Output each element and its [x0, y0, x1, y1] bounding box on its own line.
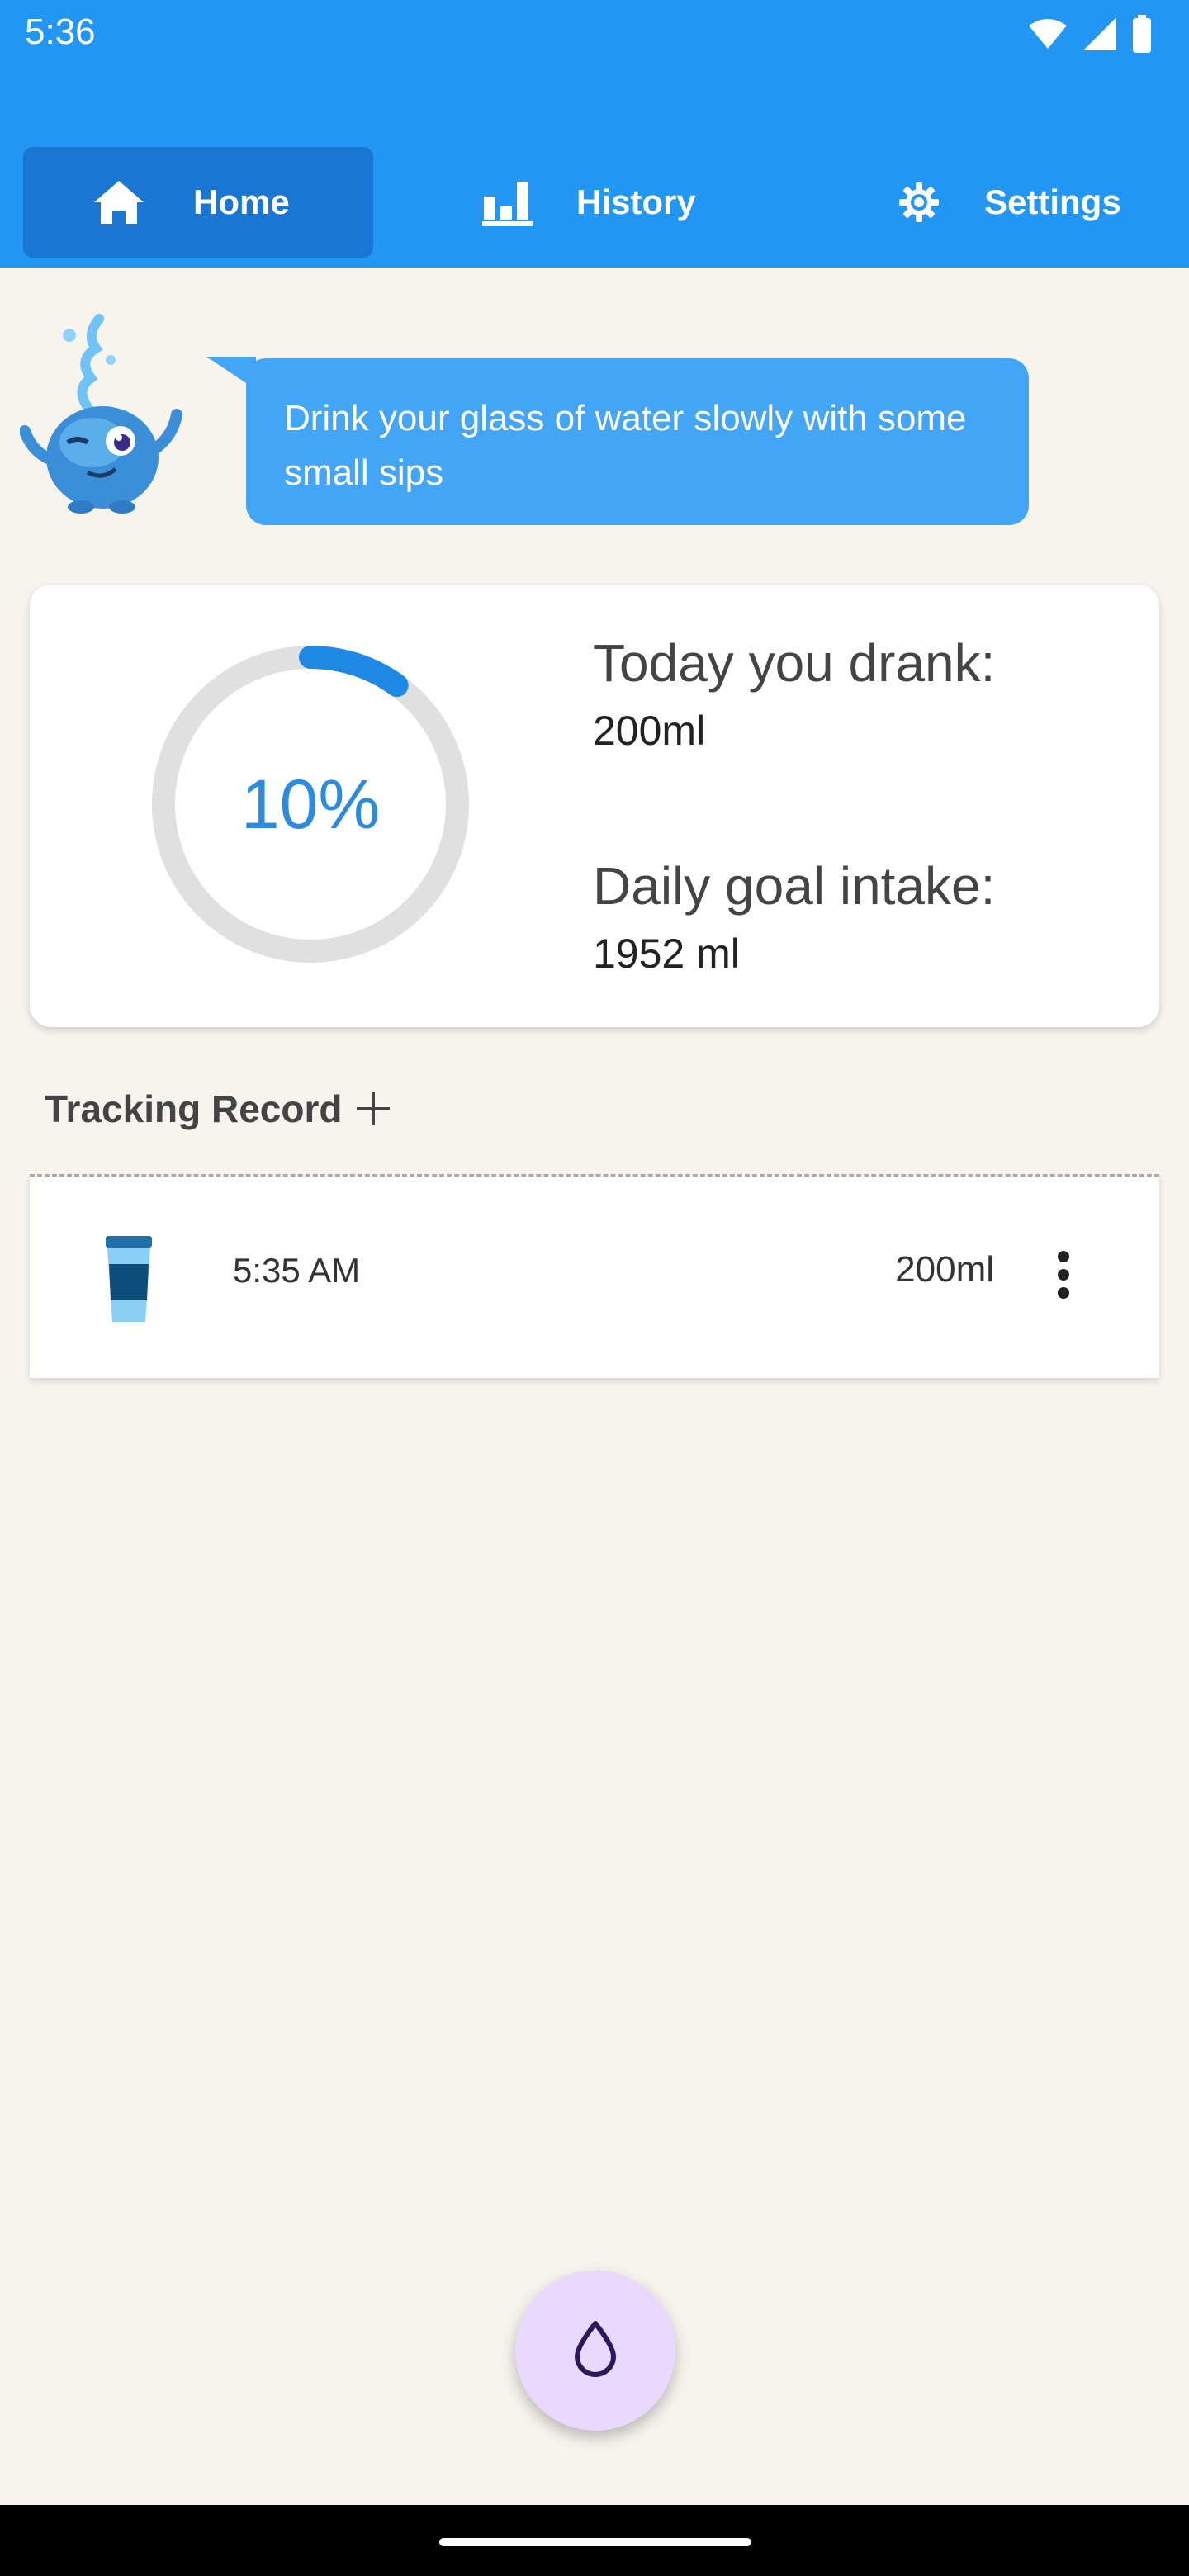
tracking-record-header: Tracking Record	[45, 1087, 393, 1131]
water-drop-icon	[569, 2320, 622, 2382]
tab-home[interactable]: Home	[23, 147, 373, 258]
wifi-icon	[1029, 19, 1067, 49]
tip-bubble: Drink your glass of water slowly with so…	[246, 358, 1029, 525]
home-gesture-bar[interactable]	[439, 2538, 751, 2546]
daily-goal-title: Daily goal intake:	[593, 856, 996, 916]
status-time: 5:36	[25, 12, 96, 52]
app-bar: 5:36 Home History Settings	[0, 0, 1189, 268]
add-record-icon[interactable]	[353, 1089, 393, 1129]
daily-goal-value: 1952 ml	[593, 930, 740, 977]
gear-icon	[898, 182, 940, 222]
tab-home-label: Home	[193, 182, 290, 221]
bar-chart-icon	[482, 178, 533, 226]
home-icon	[92, 179, 145, 225]
list-item[interactable]: 5:35 AM 200ml	[30, 1177, 1159, 1378]
tracking-record-title: Tracking Record	[45, 1087, 343, 1130]
record-time: 5:35 AM	[233, 1251, 361, 1290]
tab-bar: Home History Settings	[23, 147, 1166, 258]
tab-history[interactable]: History	[400, 147, 763, 258]
record-amount: 200ml	[895, 1249, 994, 1290]
progress-percent: 10%	[240, 765, 381, 843]
add-water-button[interactable]	[515, 2271, 675, 2431]
system-nav-bar	[0, 2505, 1189, 2576]
cup-icon	[102, 1236, 155, 1329]
tab-history-label: History	[576, 182, 696, 221]
water-drop-mascot	[19, 310, 185, 517]
battery-icon	[1133, 15, 1151, 53]
today-drank-title: Today you drank:	[593, 633, 996, 693]
tab-settings-label: Settings	[984, 182, 1121, 221]
progress-card: 10% Today you drank: 200ml Daily goal in…	[30, 585, 1159, 1027]
tab-settings[interactable]: Settings	[789, 147, 1166, 258]
status-icons	[1027, 15, 1153, 53]
today-drank-value: 200ml	[593, 708, 706, 754]
signal-icon	[1083, 17, 1116, 50]
more-options-icon[interactable]	[1047, 1246, 1080, 1309]
tracking-record-list: 5:35 AM 200ml	[30, 1174, 1159, 1378]
